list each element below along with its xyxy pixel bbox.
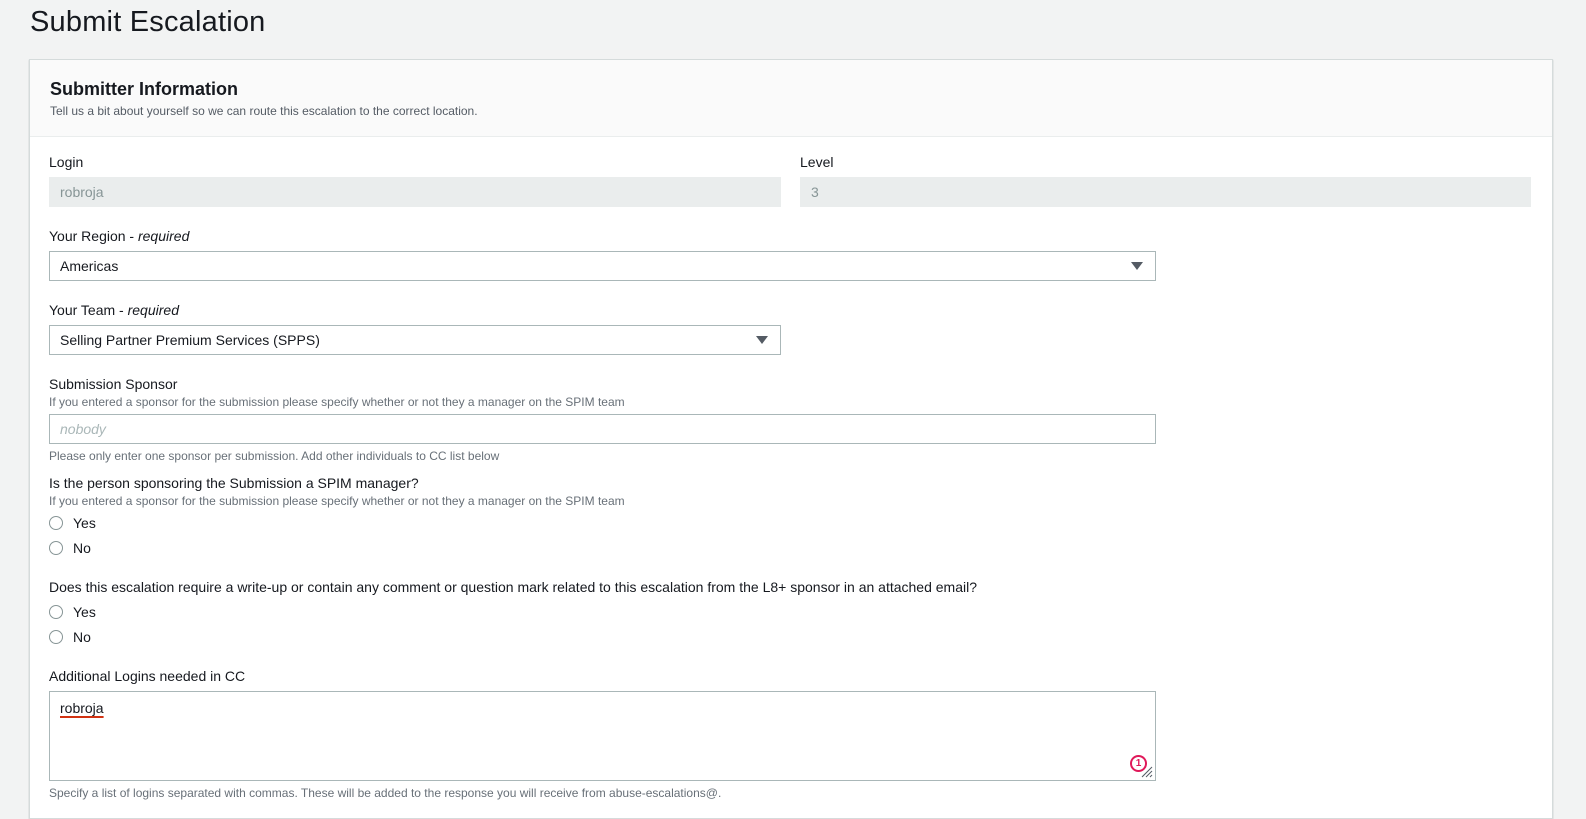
radio-label: No xyxy=(73,629,91,645)
login-label: Login xyxy=(49,154,84,170)
radio-label: Yes xyxy=(73,604,96,620)
caret-down-icon xyxy=(756,336,768,344)
sponsor-input[interactable]: nobody xyxy=(49,414,1156,444)
writeup-no-option[interactable]: No xyxy=(49,629,91,645)
sponsor-hint: If you entered a sponsor for the submiss… xyxy=(49,395,625,409)
cc-textarea[interactable]: robroja 1 xyxy=(49,691,1156,781)
panel-title: Submitter Information xyxy=(50,79,238,99)
radio-button[interactable] xyxy=(49,541,63,555)
spim-manager-yes-option[interactable]: Yes xyxy=(49,515,96,531)
sponsor-placeholder: nobody xyxy=(60,421,106,437)
region-select-value: Americas xyxy=(60,258,119,274)
radio-label: Yes xyxy=(73,515,96,531)
team-required-text: required xyxy=(127,302,179,318)
cc-textarea-value: robroja xyxy=(60,700,104,716)
panel-header: Submitter Information Tell us a bit abou… xyxy=(30,60,1552,137)
region-required-text: required xyxy=(137,228,190,244)
caret-down-icon xyxy=(1131,262,1143,270)
level-label: Level xyxy=(800,154,834,170)
cc-footnote: Specify a list of logins separated with … xyxy=(49,786,722,800)
team-select[interactable]: Selling Partner Premium Services (SPPS) xyxy=(49,325,781,355)
writeup-question: Does this escalation require a write-up … xyxy=(49,579,977,595)
page-title: Submit Escalation xyxy=(30,6,266,38)
sponsor-label: Submission Sponsor xyxy=(49,376,178,392)
sponsor-footnote: Please only enter one sponsor per submis… xyxy=(49,449,500,463)
team-select-value: Selling Partner Premium Services (SPPS) xyxy=(60,332,320,348)
spim-manager-hint: If you entered a sponsor for the submiss… xyxy=(49,494,625,508)
spim-manager-no-option[interactable]: No xyxy=(49,540,91,556)
login-field: robroja xyxy=(49,177,781,207)
region-select[interactable]: Americas xyxy=(49,251,1156,281)
writeup-yes-option[interactable]: Yes xyxy=(49,604,96,620)
region-label: Your Region - required xyxy=(49,228,189,244)
radio-button[interactable] xyxy=(49,516,63,530)
level-field: 3 xyxy=(800,177,1531,207)
cc-label: Additional Logins needed in CC xyxy=(49,668,246,684)
panel-description: Tell us a bit about yourself so we can r… xyxy=(50,104,478,118)
team-label: Your Team - required xyxy=(49,302,179,318)
region-label-text: Your Region - xyxy=(49,228,138,244)
team-label-text: Your Team - xyxy=(49,302,128,318)
radio-button[interactable] xyxy=(49,630,63,644)
spim-manager-question: Is the person sponsoring the Submission … xyxy=(49,475,419,491)
resize-handle-icon[interactable] xyxy=(1139,764,1153,778)
radio-button[interactable] xyxy=(49,605,63,619)
radio-label: No xyxy=(73,540,91,556)
